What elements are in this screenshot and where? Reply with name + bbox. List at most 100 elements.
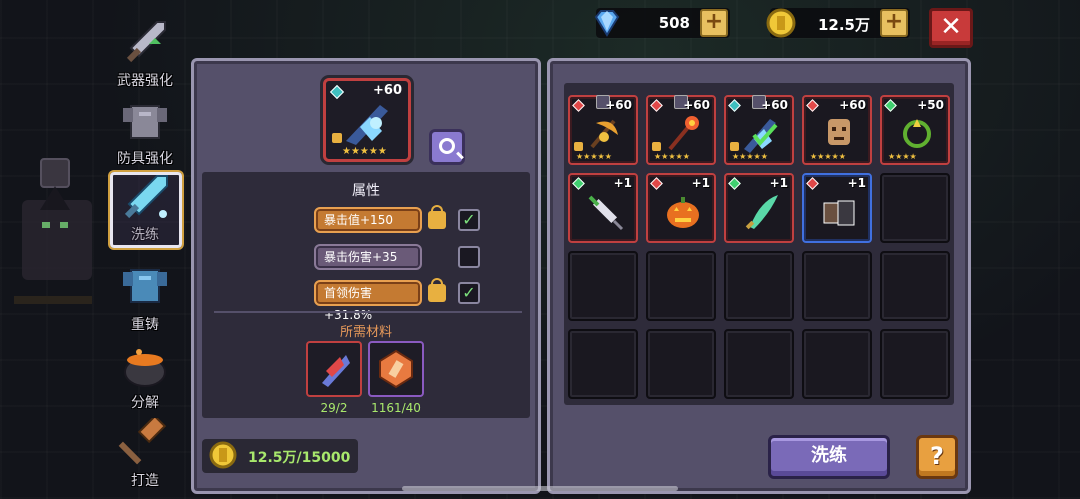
item-level: +1 xyxy=(613,176,632,190)
attribute-lock-icon[interactable] xyxy=(428,278,446,302)
inventory-slot-empty[interactable] xyxy=(724,251,794,321)
home-indicator[interactable] xyxy=(402,486,678,491)
hammer-icon xyxy=(118,414,167,465)
inventory-slot[interactable]: +1 xyxy=(568,173,638,243)
diamond-icon xyxy=(594,10,620,37)
inventory-slot[interactable]: +60 ★★★★★ xyxy=(568,95,638,165)
nav-decompose[interactable]: 分解 xyxy=(106,340,184,412)
lock-icon xyxy=(332,133,342,143)
player-character xyxy=(22,200,92,280)
refine-detail-panel: +60 ★★★★★ 属性 暴击值+150 ✓ 暴击伤害+35 首领伤害+31.8… xyxy=(191,58,541,494)
inventory-slot-empty[interactable] xyxy=(880,173,950,243)
inventory-slot-empty[interactable] xyxy=(802,251,872,321)
nav-forge[interactable]: 打造 xyxy=(106,414,184,490)
inventory-slot[interactable]: +50 ★★★★ xyxy=(880,95,950,165)
fire-staff-icon xyxy=(668,116,699,151)
inventory-slot[interactable]: +1 xyxy=(802,173,872,243)
item-level: +60 xyxy=(761,98,788,112)
inventory-slot[interactable]: +1 xyxy=(724,173,794,243)
close-button[interactable]: ✕ xyxy=(929,8,973,48)
inventory-slot[interactable]: +60 ★★★★★ xyxy=(724,95,794,165)
item-level: +1 xyxy=(691,176,710,190)
pumpkin-icon xyxy=(667,197,699,228)
material-slot[interactable] xyxy=(306,341,362,397)
attribute-label: 首领伤害+31.8% xyxy=(314,280,422,322)
item-level: +1 xyxy=(769,176,788,190)
nav-armor-upgrade[interactable]: 防具强化 xyxy=(106,96,184,168)
refine-cost-text: 12.5万/15000 xyxy=(248,450,351,466)
magnifier-icon xyxy=(439,138,455,154)
gem-count: 508 xyxy=(658,14,690,32)
red-crystal-icon xyxy=(322,355,350,387)
refine-cost: 12.5万/15000 xyxy=(202,439,358,473)
nav-reforge[interactable]: 重铸 xyxy=(106,262,184,334)
add-gold-button[interactable]: + xyxy=(880,9,908,37)
attribute-checkbox[interactable]: ✓ xyxy=(458,282,480,304)
inventory-slot-empty[interactable] xyxy=(802,329,872,399)
item-stars: ★★★★★ xyxy=(654,152,690,161)
item-level: +1 xyxy=(847,176,866,190)
rarity-gem-icon xyxy=(572,177,585,190)
gold-coin-icon xyxy=(766,8,796,38)
nav-label: 打造 xyxy=(131,473,159,489)
scythe-icon xyxy=(590,119,618,149)
inventory-slot-empty[interactable] xyxy=(880,329,950,399)
help-button[interactable]: ? xyxy=(916,435,958,479)
inventory-slot-empty[interactable] xyxy=(880,251,950,321)
background-floor xyxy=(14,296,92,304)
gauntlet-icon xyxy=(823,200,855,226)
nav-label: 重铸 xyxy=(131,317,159,333)
selected-item-slot[interactable]: +60 ★★★★★ xyxy=(323,78,411,162)
item-level: +60 xyxy=(839,98,866,112)
rarity-gem-icon xyxy=(572,99,585,112)
background-monitor xyxy=(40,158,70,188)
inventory-slot[interactable]: +1 xyxy=(646,173,716,243)
cauldron-icon xyxy=(124,349,166,387)
attribute-checkbox[interactable] xyxy=(458,246,480,268)
rarity-gem-icon xyxy=(806,177,819,190)
inspect-button[interactable] xyxy=(429,129,465,165)
armor-icon xyxy=(123,105,167,139)
inventory-slot[interactable]: +60 ★★★★★ xyxy=(802,95,872,165)
lock-icon xyxy=(652,142,661,151)
material-slot[interactable] xyxy=(368,341,424,397)
item-level: +60 xyxy=(683,98,710,112)
item-stars: ★★★★★ xyxy=(576,152,612,161)
attributes-title: 属性 xyxy=(352,183,380,199)
inventory-slot[interactable]: +60 ★★★★★ xyxy=(646,95,716,165)
gem-counter: 508 + xyxy=(594,8,730,38)
item-stars: ★★★★ xyxy=(888,152,917,161)
refine-button[interactable]: 洗练 xyxy=(768,435,890,479)
attribute-lock-icon[interactable] xyxy=(428,205,446,229)
item-level: +60 xyxy=(605,98,632,112)
orange-rune-icon xyxy=(379,349,413,389)
attribute-checkbox[interactable]: ✓ xyxy=(458,209,480,231)
attribute-label: 暴击值+150 xyxy=(314,207,422,233)
add-gems-button[interactable]: + xyxy=(700,9,728,37)
material-count: 29/2 xyxy=(320,401,348,415)
rarity-gem-icon xyxy=(728,99,741,112)
inventory-slot-empty[interactable] xyxy=(646,251,716,321)
golem-mask-icon xyxy=(828,119,850,145)
crystal-crossbow-icon xyxy=(744,119,778,153)
nav-label: 分解 xyxy=(131,395,159,411)
thorn-ring-icon xyxy=(903,119,931,148)
section-divider xyxy=(214,311,522,313)
rarity-gem-icon xyxy=(728,177,741,190)
sword-icon xyxy=(126,21,166,63)
inventory-slot-empty[interactable] xyxy=(568,329,638,399)
crystal-crossbow-icon xyxy=(346,105,388,145)
nav-label: 防具强化 xyxy=(117,151,173,167)
inventory-slot-empty[interactable] xyxy=(568,251,638,321)
nav-weapon-upgrade[interactable]: 武器强化 xyxy=(106,18,184,90)
material-count: 1161/40 xyxy=(371,401,421,415)
item-stars: ★★★★★ xyxy=(810,152,846,161)
rarity-gem-icon xyxy=(650,177,663,190)
gold-counter: 12.5万 + xyxy=(766,8,910,38)
rarity-gem-icon xyxy=(806,99,819,112)
inventory-slot-empty[interactable] xyxy=(724,329,794,399)
inventory-slot-empty[interactable] xyxy=(646,329,716,399)
item-stars: ★★★★★ xyxy=(732,152,768,161)
gold-count: 12.5万 xyxy=(817,16,870,34)
nav-refine[interactable]: 洗练 xyxy=(106,172,184,248)
